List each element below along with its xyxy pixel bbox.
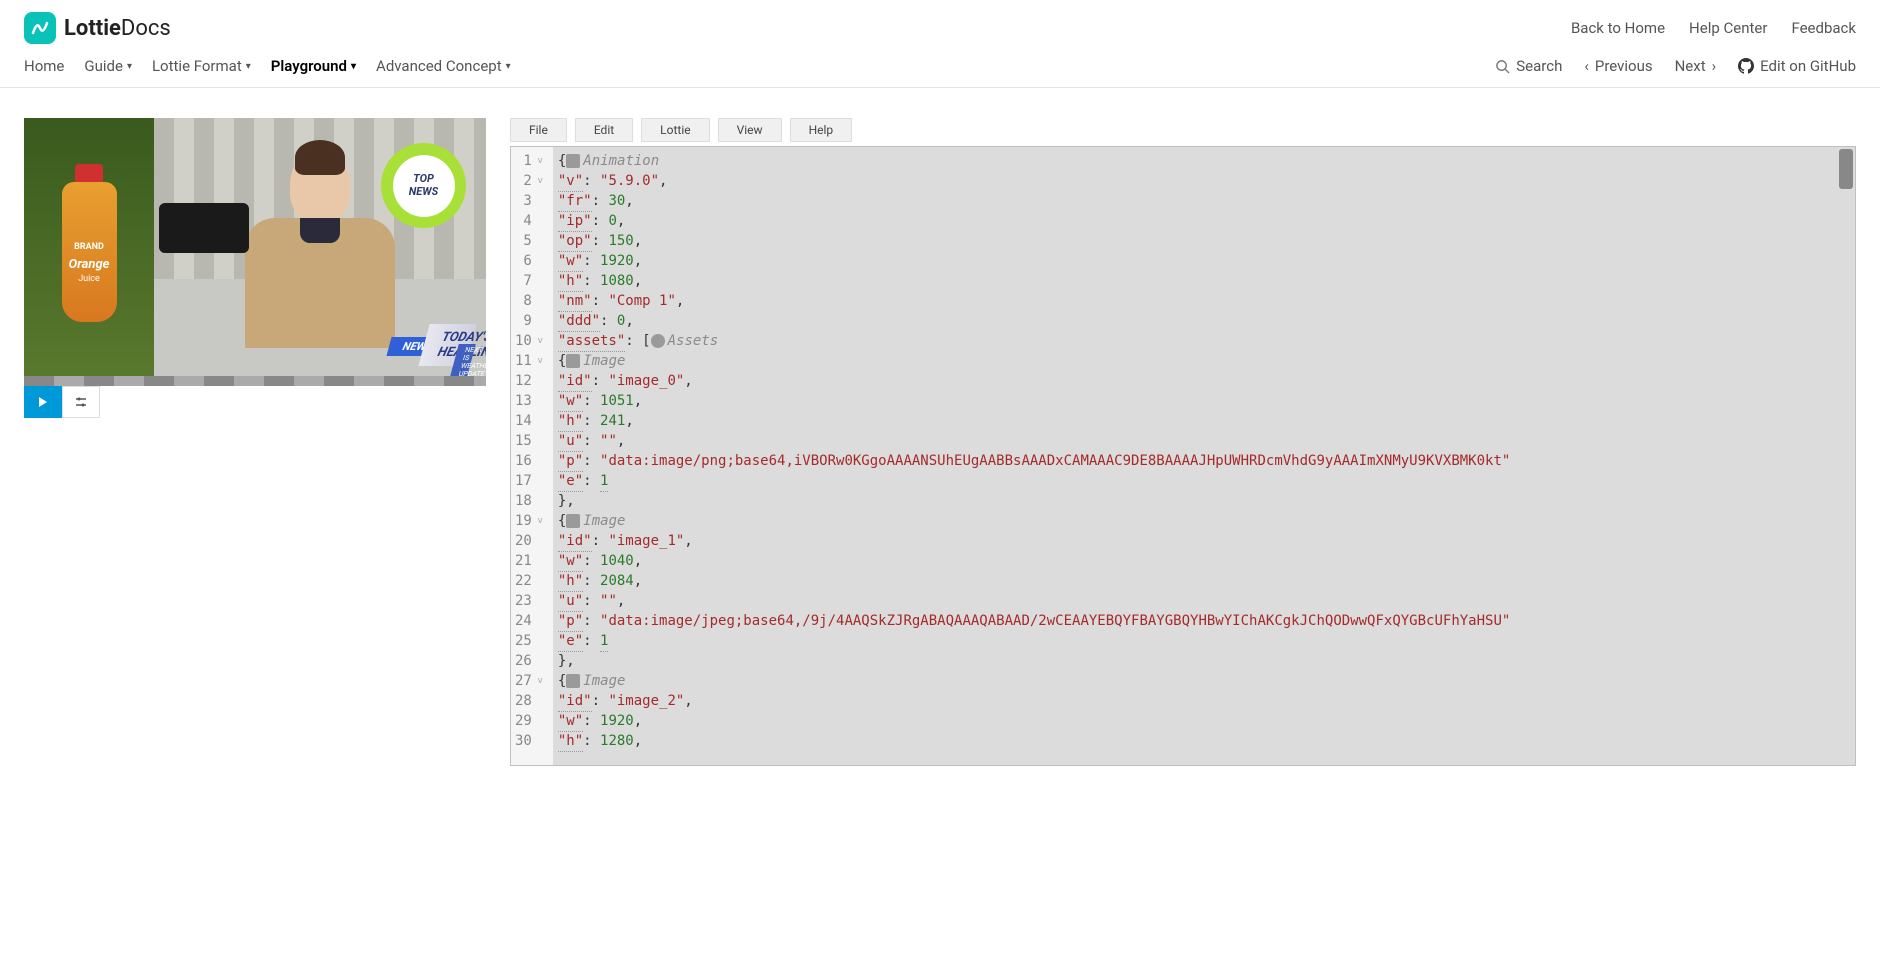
code-editor[interactable]: 1v2v345678910v11v1213141516171819v202122… — [510, 146, 1856, 766]
line-number: 5 — [515, 231, 543, 251]
line-number: 13 — [515, 391, 543, 411]
search-button[interactable]: Search — [1495, 57, 1562, 75]
line-number: 20 — [515, 531, 543, 551]
nav-advanced-concept[interactable]: Advanced Concept ▾ — [376, 57, 511, 75]
line-number: 1v — [515, 151, 543, 171]
line-number: 3 — [515, 191, 543, 211]
menu-edit[interactable]: Edit — [575, 118, 633, 142]
fold-icon[interactable]: v — [535, 351, 543, 371]
sliders-icon — [74, 395, 88, 409]
edit-on-github-button[interactable]: Edit on GitHub — [1738, 57, 1856, 75]
line-number: 8 — [515, 291, 543, 311]
logo-text: LottieDocs — [64, 16, 171, 41]
caret-down-icon: ▾ — [246, 61, 251, 72]
menu-file[interactable]: File — [510, 118, 567, 142]
search-label: Search — [1516, 57, 1562, 75]
scrollbar-vertical[interactable] — [1839, 149, 1853, 189]
line-number: 6 — [515, 251, 543, 271]
line-number: 11v — [515, 351, 543, 371]
nav-item-label: Advanced Concept — [376, 57, 502, 75]
fold-icon[interactable]: v — [535, 671, 543, 691]
bottle-brand: BRAND — [62, 242, 117, 252]
line-number: 4 — [515, 211, 543, 231]
fold-icon[interactable]: v — [535, 171, 543, 191]
line-number: 30 — [515, 731, 543, 751]
previous-label: Previous — [1595, 57, 1653, 75]
line-number: 21 — [515, 551, 543, 571]
logo-icon — [24, 12, 56, 44]
menu-help[interactable]: Help — [790, 118, 853, 142]
search-icon — [1495, 59, 1510, 74]
fold-icon[interactable]: v — [535, 331, 543, 351]
line-number: 18 — [515, 491, 543, 511]
fold-icon[interactable]: v — [535, 511, 543, 531]
logo[interactable]: LottieDocs — [24, 12, 171, 44]
chevron-left-icon: ‹ — [1584, 57, 1589, 75]
nav-guide[interactable]: Guide ▾ — [84, 57, 132, 75]
line-number: 12 — [515, 371, 543, 391]
line-number: 22 — [515, 571, 543, 591]
line-number: 2v — [515, 171, 543, 191]
caret-down-icon: ▾ — [127, 61, 132, 72]
line-number: 17 — [515, 471, 543, 491]
menu-lottie[interactable]: Lottie — [641, 118, 709, 142]
github-icon — [1738, 58, 1754, 74]
play-button[interactable] — [24, 386, 62, 418]
edit-github-label: Edit on GitHub — [1760, 57, 1856, 75]
line-number: 9 — [515, 311, 543, 331]
nav-item-label: Guide — [84, 57, 123, 75]
line-number: 26 — [515, 651, 543, 671]
chevron-right-icon: › — [1712, 57, 1717, 75]
nav-home[interactable]: Home — [24, 57, 64, 75]
back-to-home-link[interactable]: Back to Home — [1571, 19, 1665, 37]
line-number: 19v — [515, 511, 543, 531]
nav-item-label: Home — [24, 57, 64, 75]
feedback-link[interactable]: Feedback — [1791, 19, 1856, 37]
nav-lottie-format[interactable]: Lottie Format ▾ — [152, 57, 251, 75]
line-number: 23 — [515, 591, 543, 611]
menu-view[interactable]: View — [718, 118, 782, 142]
line-number: 24 — [515, 611, 543, 631]
top-news-badge: TOP NEWS — [381, 143, 466, 228]
caret-down-icon: ▾ — [506, 61, 511, 72]
line-number: 27v — [515, 671, 543, 691]
fold-icon[interactable]: v — [535, 151, 543, 171]
line-number: 29 — [515, 711, 543, 731]
settings-button[interactable] — [62, 386, 100, 418]
line-number: 10v — [515, 331, 543, 351]
next-button[interactable]: Next › — [1675, 57, 1717, 75]
bottle-sub: Juice — [62, 274, 117, 284]
animation-preview[interactable]: BRAND Orange Juice TOP NEWS — [24, 118, 486, 386]
nav-item-label: Lottie Format — [152, 57, 242, 75]
next-label: Next — [1675, 57, 1706, 75]
line-number: 28 — [515, 691, 543, 711]
bottle-name: Orange — [62, 257, 117, 272]
line-number: 15 — [515, 431, 543, 451]
line-number: 25 — [515, 631, 543, 651]
caret-down-icon: ▾ — [351, 61, 356, 72]
line-number: 7 — [515, 271, 543, 291]
help-center-link[interactable]: Help Center — [1689, 19, 1767, 37]
previous-button[interactable]: ‹ Previous — [1584, 57, 1652, 75]
play-icon — [37, 396, 49, 408]
nav-playground[interactable]: Playground ▾ — [271, 57, 356, 75]
nav-item-label: Playground — [271, 57, 347, 75]
line-number: 14 — [515, 411, 543, 431]
line-number: 16 — [515, 451, 543, 471]
main-nav: HomeGuide▾Lottie Format▾Playground▾Advan… — [24, 57, 511, 75]
